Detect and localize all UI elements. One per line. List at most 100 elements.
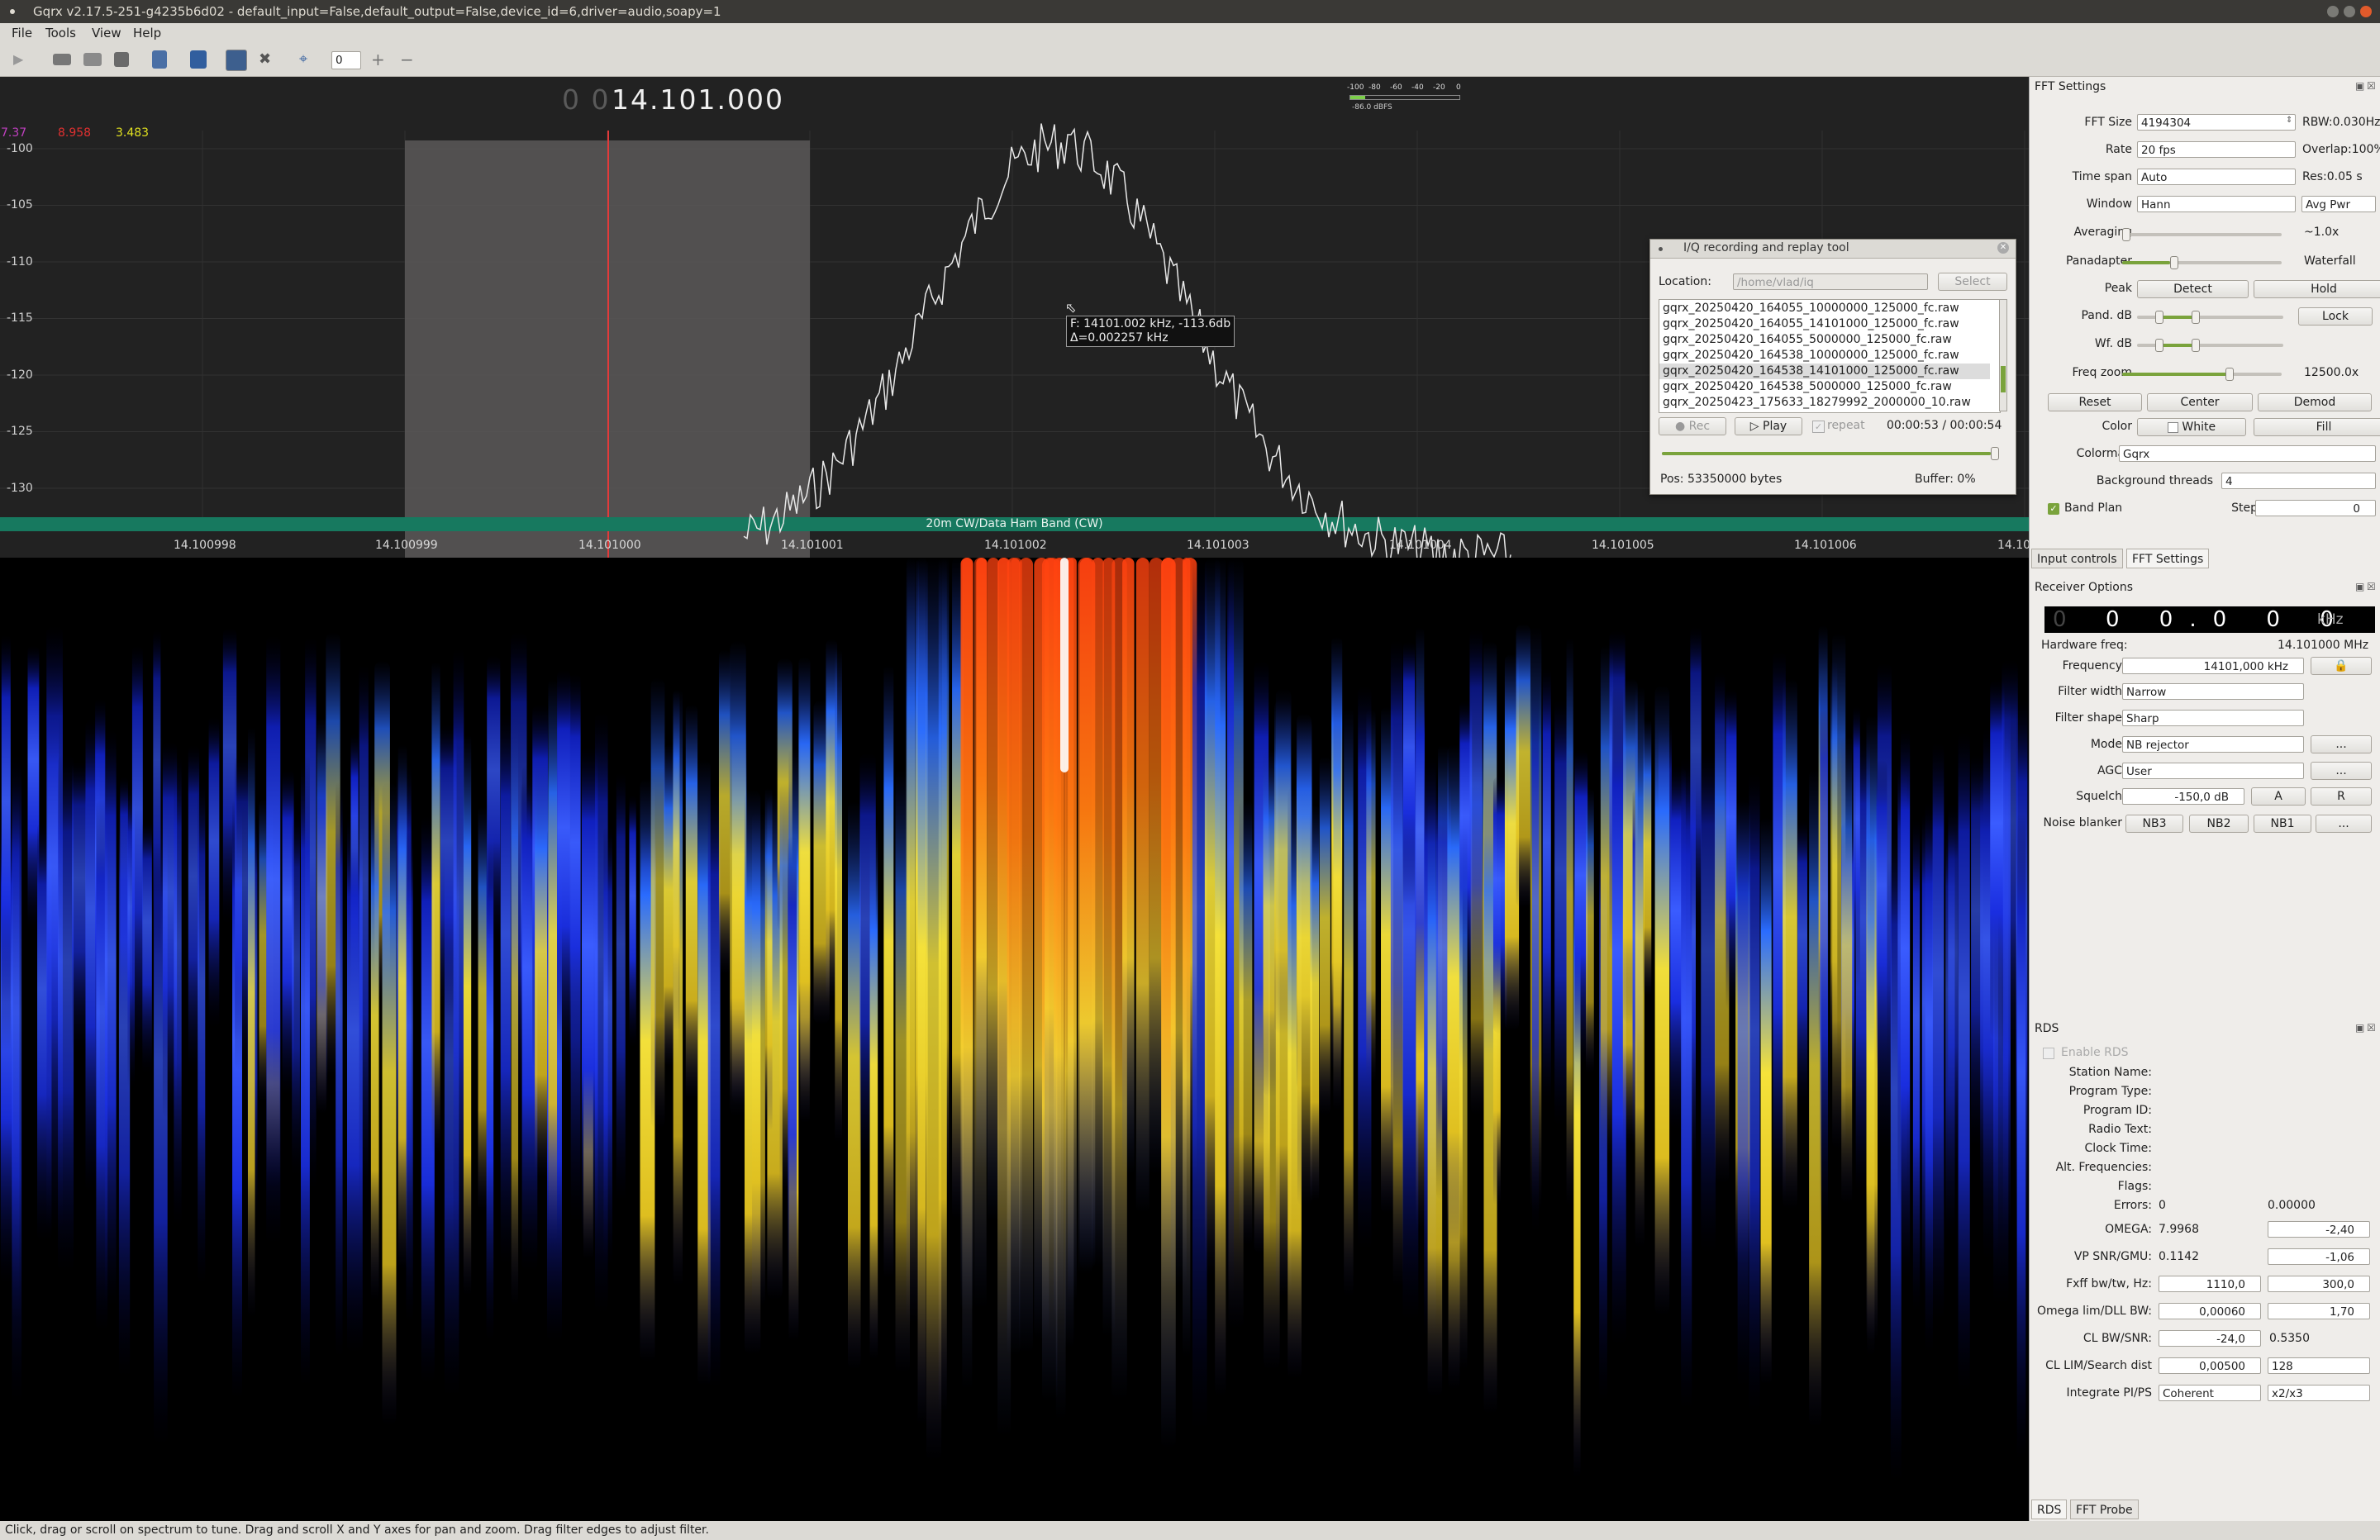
repeat-checkbox[interactable]: ✓ (1812, 421, 1825, 433)
iq-file-item[interactable]: gqrx_20250420_164538_5000000_125000_fc.r… (1659, 379, 1990, 395)
lock-icon[interactable]: 🔒 (2311, 657, 2372, 675)
iq-file-list[interactable]: gqrx_20250420_164055_10000000_125000_fc.… (1659, 299, 2001, 413)
iq-tool-icon[interactable]: ⌖ (299, 50, 317, 69)
reset-button[interactable]: Reset (2048, 393, 2142, 411)
play-button[interactable]: ▷ Play (1735, 417, 1802, 435)
iq-file-item[interactable]: gqrx_20250420_164538_14101000_125000_fc.… (1659, 364, 1990, 379)
avg-mode-select[interactable]: Avg Pwr (2301, 196, 2376, 212)
squelch-auto-button[interactable]: A (2251, 787, 2306, 806)
minimize-icon[interactable] (2327, 6, 2339, 17)
integrate-ps-select[interactable]: x2/x3 (2268, 1385, 2370, 1401)
nb2-button[interactable]: NB2 (2189, 815, 2249, 833)
pand-db-range-slider[interactable] (2137, 311, 2283, 324)
close-icon[interactable]: ☒ (2367, 581, 2376, 592)
iq-seek-handle[interactable] (1991, 447, 1999, 460)
color-button[interactable]: White (2137, 418, 2246, 436)
wf-db-range-slider[interactable] (2137, 339, 2283, 352)
filter-shape-select[interactable]: Sharp (2122, 710, 2304, 726)
screenshot-icon[interactable] (190, 50, 207, 69)
pan-wf-split-slider[interactable] (2122, 256, 2282, 269)
pand-db-max-handle[interactable] (2192, 311, 2200, 324)
squelch-reset-button[interactable]: R (2311, 787, 2372, 806)
lnb-frequency-display[interactable]: 0 0 0.0 0 0 kHz (2044, 606, 2375, 633)
fxff-bw-spinbox[interactable]: 1110,0 (2159, 1276, 2261, 1292)
io-device-icon[interactable] (53, 54, 71, 65)
iq-file-item[interactable]: gqrx_20250423_175633_18279992_2000000_10… (1659, 395, 1990, 411)
load-preset-icon[interactable] (152, 50, 167, 69)
cl-lim-spinbox[interactable]: 0,00500 (2159, 1357, 2261, 1374)
fill-button[interactable]: Fill (2254, 418, 2380, 436)
frequency-spinbox[interactable]: 14101,000 kHz (2122, 658, 2304, 674)
omega-spinbox[interactable]: -2,40 (2268, 1221, 2370, 1238)
hold-button[interactable]: Hold (2254, 280, 2380, 298)
nb-options-button[interactable]: ... (2316, 815, 2372, 833)
fxff-tw-spinbox[interactable]: 300,0 (2268, 1276, 2370, 1292)
nb1-button[interactable]: NB1 (2254, 815, 2311, 833)
freq-zoom-handle[interactable] (2225, 368, 2234, 381)
float-icon[interactable]: ▣ (2355, 581, 2364, 592)
wf-db-min-handle[interactable] (2155, 339, 2163, 352)
tools-icon[interactable]: ✖ (259, 50, 277, 69)
iq-file-item[interactable]: gqrx_20250420_164055_5000000_125000_fc.r… (1659, 332, 1990, 348)
waterfall-display[interactable] (0, 558, 2029, 1521)
nb3-button[interactable]: NB3 (2125, 815, 2183, 833)
open-settings-icon[interactable] (83, 53, 102, 66)
agc-select[interactable]: User (2122, 763, 2304, 779)
detect-button[interactable]: Detect (2137, 280, 2249, 298)
step-spinbox[interactable]: 0 (2255, 500, 2376, 516)
close-icon[interactable] (2360, 6, 2372, 17)
agc-options-button[interactable]: ... (2311, 762, 2372, 780)
squelch-spinbox[interactable]: -150,0 dB (2122, 788, 2244, 805)
maximize-icon[interactable] (2344, 6, 2355, 17)
band-plan-checkbox[interactable]: ✓ (2048, 503, 2059, 515)
rec-button[interactable]: ● Rec (1659, 417, 1726, 435)
dll-bw-spinbox[interactable]: 1,70 (2268, 1303, 2370, 1319)
demod-button[interactable]: Demod (2258, 393, 2372, 411)
freq-display[interactable]: 14.101.000 (612, 83, 784, 116)
iq-file-item[interactable]: gqrx_20250420_164538_10000000_125000_fc.… (1659, 348, 1990, 364)
center-button[interactable]: Center (2147, 393, 2253, 411)
averaging-slider[interactable] (2122, 228, 2282, 241)
enable-rds-checkbox[interactable] (2043, 1048, 2054, 1059)
cl-bw-spinbox[interactable]: -24,0 (2159, 1330, 2261, 1347)
save-settings-icon[interactable] (114, 52, 129, 67)
file-list-scrollbar[interactable] (1999, 299, 2007, 411)
scrollbar-thumb[interactable] (2001, 366, 2006, 392)
start-dsp-icon[interactable]: ▶ (13, 50, 31, 69)
rate-select[interactable]: 20 fps (2137, 141, 2296, 158)
colormap-select[interactable]: Gqrx (2119, 445, 2376, 462)
close-icon[interactable]: ✕ (1997, 242, 2009, 254)
menu-view[interactable]: View (92, 23, 121, 43)
iq-file-item[interactable]: gqrx_20250420_164055_14101000_125000_fc.… (1659, 316, 1990, 332)
float-icon[interactable]: ▣ (2355, 80, 2364, 92)
wf-db-max-handle[interactable] (2192, 339, 2200, 352)
mode-select[interactable]: NB rejector (2122, 736, 2304, 753)
close-icon[interactable]: ☒ (2367, 1022, 2376, 1034)
averaging-handle[interactable] (2122, 228, 2130, 241)
lock-button[interactable]: Lock (2298, 307, 2373, 326)
close-icon[interactable]: ☒ (2367, 80, 2376, 92)
remove-bookmark-icon[interactable]: − (400, 50, 418, 69)
tab-rds[interactable]: RDS (2031, 1500, 2068, 1519)
iq-seek-slider[interactable] (1662, 447, 1999, 460)
mode-options-button[interactable]: ... (2311, 735, 2372, 753)
pand-db-min-handle[interactable] (2155, 311, 2163, 324)
window-select[interactable]: Hann (2137, 196, 2296, 212)
location-field[interactable]: /home/vlad/iq (1733, 273, 1928, 290)
toolbar-spinbox[interactable]: 0 (331, 51, 361, 69)
menu-file[interactable]: File (12, 23, 32, 43)
fft-size-select[interactable]: 4194304 (2137, 114, 2296, 131)
search-dist-select[interactable]: 128 (2268, 1357, 2370, 1374)
dialog-menu-icon[interactable] (1659, 247, 1663, 251)
iq-file-item[interactable]: gqrx_20250420_164055_10000000_125000_fc.… (1659, 301, 1990, 316)
menu-tools[interactable]: Tools (45, 23, 76, 43)
select-button[interactable]: Select (1938, 273, 2007, 291)
add-bookmark-icon[interactable]: + (371, 50, 389, 69)
filter-width-select[interactable]: Narrow (2122, 683, 2304, 700)
remote-control-icon[interactable] (226, 50, 247, 71)
split-handle[interactable] (2170, 256, 2178, 269)
tab-fft-settings[interactable]: FFT Settings (2126, 549, 2210, 568)
omega-lim-spinbox[interactable]: 0,00060 (2159, 1303, 2261, 1319)
integrate-pi-select[interactable]: Coherent (2159, 1385, 2261, 1401)
float-icon[interactable]: ▣ (2355, 1022, 2364, 1034)
